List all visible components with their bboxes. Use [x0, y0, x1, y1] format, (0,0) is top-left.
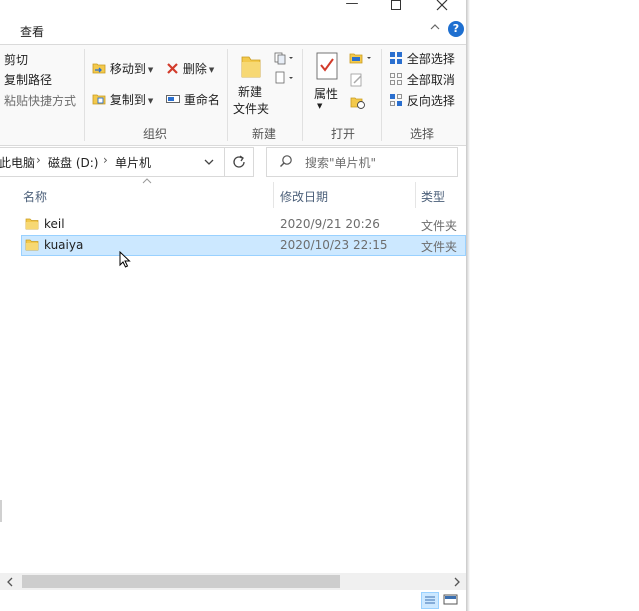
- mouse-cursor-icon: [119, 251, 131, 268]
- tab-view[interactable]: 查看: [20, 23, 44, 40]
- collapse-ribbon-icon[interactable]: [429, 21, 441, 36]
- invert-selection-button[interactable]: 反向选择: [389, 92, 455, 109]
- select-none-icon: [390, 73, 402, 85]
- close-icon[interactable]: [432, 0, 452, 11]
- horizontal-scrollbar[interactable]: [0, 573, 466, 590]
- search-box[interactable]: 搜索"单片机": [266, 147, 458, 177]
- minimize-icon[interactable]: —: [342, 0, 362, 12]
- open-button[interactable]: [349, 51, 375, 68]
- new-folder-label-2: 文件夹: [233, 102, 270, 116]
- ribbon-tab-row: 查看 ?: [0, 18, 466, 44]
- open-icon: [349, 53, 371, 64]
- sort-up-icon: [142, 176, 152, 187]
- file-row-kuaiya[interactable]: kuaiya 2020/10/23 22:15 文件夹: [21, 235, 466, 256]
- window-shadow: [466, 0, 470, 611]
- details-view-button[interactable]: [421, 592, 439, 609]
- column-header-modified[interactable]: 修改日期: [280, 188, 328, 213]
- move-to-icon: [92, 63, 106, 74]
- new-group-label: 新建: [252, 127, 277, 141]
- new-folder-button[interactable]: [240, 53, 262, 82]
- move-to-button[interactable]: 移动到 ▼: [92, 60, 153, 77]
- ribbon-separator: [227, 49, 228, 141]
- file-name: keil: [44, 217, 65, 231]
- select-all-icon: [390, 52, 402, 64]
- select-none-button[interactable]: 全部取消: [389, 71, 455, 88]
- scroll-right-icon[interactable]: [453, 576, 461, 590]
- new-item-button[interactable]: [274, 51, 296, 68]
- chevron-down-icon[interactable]: [203, 156, 215, 170]
- column-divider[interactable]: [415, 182, 416, 208]
- paste-shortcut-button[interactable]: 粘贴快捷方式: [4, 92, 76, 109]
- scroll-left-icon[interactable]: [6, 576, 14, 590]
- organize-group-label: 组织: [143, 127, 168, 141]
- edit-icon: [350, 73, 362, 87]
- breadcrumb-this-pc[interactable]: 此电脑: [0, 154, 35, 171]
- details-view-icon: [425, 596, 435, 604]
- select-group-label: 选择: [410, 127, 435, 141]
- refresh-button[interactable]: [225, 147, 254, 177]
- folder-icon: [25, 218, 39, 230]
- address-bar[interactable]: 此电脑 › 磁盘 (D:) › 单片机: [0, 147, 225, 177]
- new-item-icon: [274, 52, 293, 65]
- ribbon-separator: [84, 49, 85, 141]
- properties-icon: [316, 52, 338, 80]
- title-bar: —: [0, 0, 466, 18]
- maximize-icon[interactable]: [386, 0, 406, 12]
- folder-icon: [25, 239, 39, 251]
- large-icons-view-icon: [443, 594, 458, 605]
- properties-label: 属性: [314, 87, 339, 101]
- select-all-button[interactable]: 全部选择: [389, 50, 455, 67]
- copy-path-button[interactable]: 复制路径: [4, 71, 52, 88]
- ribbon-separator: [381, 49, 382, 141]
- breadcrumb-drive[interactable]: 磁盘 (D:): [48, 154, 98, 171]
- file-name: kuaiya: [44, 238, 84, 252]
- history-icon: [350, 97, 365, 109]
- help-icon[interactable]: ?: [448, 21, 464, 37]
- easy-access-button[interactable]: [274, 71, 296, 88]
- breadcrumb-separator: ›: [36, 153, 41, 167]
- refresh-icon: [233, 155, 245, 168]
- status-bar: [0, 590, 466, 611]
- file-explorer-window: — 查看 ? 剪切 复制路径 粘贴快捷方式 移动到 ▼ 删除 ▼ 复制到 ▼ 重…: [0, 0, 466, 611]
- file-type: 文件夹: [421, 219, 458, 233]
- delete-button[interactable]: 删除 ▼: [166, 60, 214, 77]
- open-group-label: 打开: [331, 127, 356, 141]
- file-modified: 2020/9/21 20:26: [280, 217, 380, 231]
- ribbon: 剪切 复制路径 粘贴快捷方式 移动到 ▼ 删除 ▼ 复制到 ▼ 重命名 组织 新…: [0, 44, 466, 146]
- column-header-type[interactable]: 类型: [421, 188, 445, 213]
- breadcrumb-separator: ›: [103, 153, 108, 167]
- copy-to-button[interactable]: 复制到 ▼: [92, 91, 153, 108]
- scrollbar-thumb[interactable]: [22, 575, 340, 588]
- rename-icon: [166, 95, 180, 103]
- column-divider[interactable]: [273, 182, 274, 208]
- folder-icon: [241, 56, 261, 78]
- nav-pane-edge: [0, 500, 2, 522]
- large-icons-view-button[interactable]: [442, 592, 460, 609]
- new-folder-label-1: 新建: [238, 85, 263, 99]
- search-placeholder: 搜索"单片机": [305, 156, 377, 170]
- history-button[interactable]: [350, 95, 366, 112]
- copy-to-icon: [92, 94, 106, 105]
- breadcrumb-folder[interactable]: 单片机: [115, 154, 151, 171]
- ribbon-separator: [302, 49, 303, 141]
- edit-button[interactable]: [350, 73, 364, 90]
- rename-button[interactable]: 重命名: [166, 91, 220, 108]
- file-type: 文件夹: [421, 240, 458, 254]
- search-icon: [280, 155, 292, 167]
- column-header-name[interactable]: 名称: [23, 188, 47, 213]
- easy-access-icon: [275, 71, 293, 84]
- delete-icon: [167, 63, 178, 74]
- file-row-keil[interactable]: keil 2020/9/21 20:26 文件夹: [21, 214, 466, 235]
- invert-selection-icon: [390, 94, 402, 106]
- properties-button[interactable]: [315, 51, 339, 84]
- file-modified: 2020/10/23 22:15: [280, 238, 388, 252]
- properties-caret[interactable]: ▼: [317, 102, 322, 110]
- cut-button[interactable]: 剪切: [4, 51, 28, 68]
